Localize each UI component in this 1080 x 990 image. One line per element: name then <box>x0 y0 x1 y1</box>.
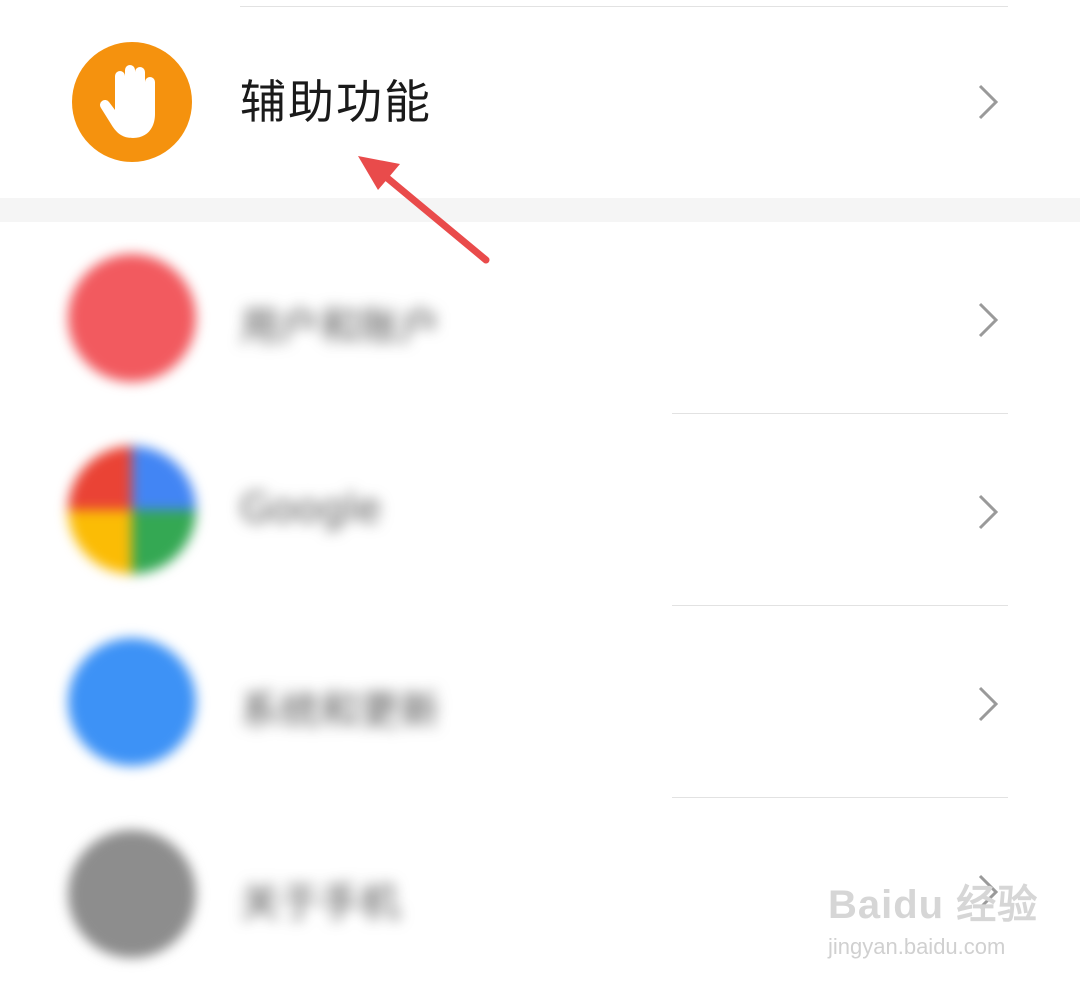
google-icon <box>68 446 196 574</box>
hand-icon <box>72 42 192 162</box>
watermark-brand: Baidu 经验 <box>828 883 1039 927</box>
row-divider <box>672 797 1008 798</box>
chevron-right-icon <box>978 302 999 338</box>
section-divider <box>0 198 1080 222</box>
chevron-right-icon <box>978 686 999 722</box>
google-label: Google <box>240 486 382 532</box>
settings-item-google[interactable]: Google <box>0 446 1080 576</box>
clock-icon <box>68 638 196 766</box>
row-divider <box>672 605 1008 606</box>
system-label: 系统和更新 <box>240 688 440 734</box>
row-divider <box>672 413 1008 414</box>
chevron-right-icon <box>978 494 999 530</box>
user-icon <box>68 254 196 382</box>
users-label: 用户和账户 <box>240 304 440 350</box>
info-icon <box>68 830 196 958</box>
accessibility-label: 辅助功能 <box>240 75 432 129</box>
chevron-right-icon <box>978 84 999 120</box>
settings-item-system[interactable]: 系统和更新 <box>0 638 1080 768</box>
settings-item-accessibility[interactable]: 辅助功能 <box>0 10 1080 196</box>
baidu-watermark: Baidu 经验 jingyan.baidu.com <box>828 872 1038 960</box>
about-label: 关于手机 <box>240 880 400 926</box>
watermark-url: jingyan.baidu.com <box>828 934 1006 959</box>
top-divider <box>240 6 1008 7</box>
settings-item-users[interactable]: 用户和账户 <box>0 254 1080 384</box>
